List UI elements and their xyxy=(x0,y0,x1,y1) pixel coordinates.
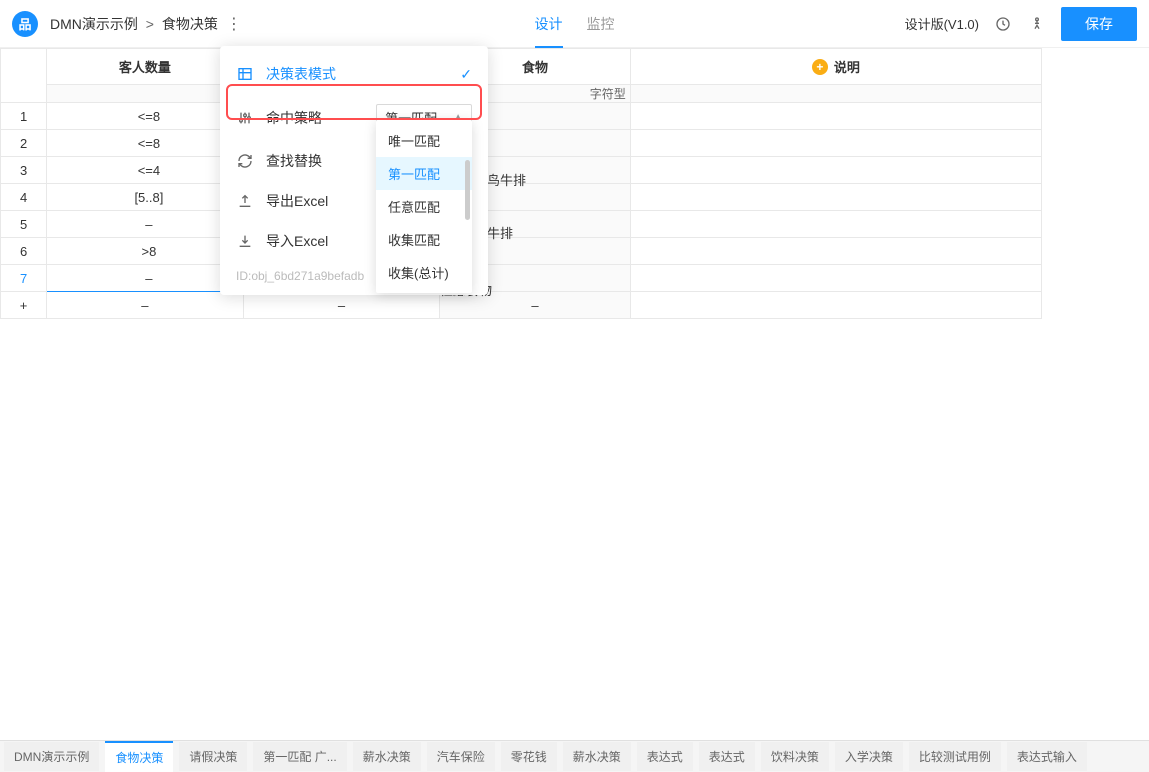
bottom-tab[interactable]: 零花钱 xyxy=(501,742,557,771)
cell-guest[interactable]: – xyxy=(47,265,244,292)
cell[interactable] xyxy=(630,130,1041,157)
breadcrumb-current: 食物决策 xyxy=(162,16,218,32)
row-num[interactable]: 5 xyxy=(1,211,47,238)
cell[interactable] xyxy=(630,211,1041,238)
bottom-tab-bar: DMN演示示例 食物决策 请假决策 第一匹配 广... 薪水决策 汽车保险 零花… xyxy=(0,740,1149,772)
cell-guest[interactable]: – xyxy=(47,211,244,238)
download-icon xyxy=(236,233,254,249)
row-num[interactable]: 3 xyxy=(1,157,47,184)
bottom-tab[interactable]: 表达式输入 xyxy=(1007,742,1087,771)
cell[interactable]: – xyxy=(440,292,631,319)
app-logo: 品 xyxy=(12,11,38,37)
cell[interactable] xyxy=(630,184,1041,211)
refresh-icon xyxy=(236,153,254,169)
col-header-desc-label: 说明 xyxy=(834,57,860,76)
hit-option[interactable]: 收集(总计) xyxy=(376,256,472,289)
bottom-tab[interactable]: 比较测试用例 xyxy=(909,742,1001,771)
sliders-icon xyxy=(236,110,254,126)
bottom-tab[interactable]: 表达式 xyxy=(699,742,755,771)
breadcrumb-root[interactable]: DMN演示示例 xyxy=(50,16,138,32)
cell-guest[interactable]: <=4 xyxy=(47,157,244,184)
col-header-desc[interactable]: + 说明 xyxy=(630,49,1041,85)
row-num[interactable]: 2 xyxy=(1,130,47,157)
history-icon[interactable] xyxy=(993,14,1013,34)
menu-label: 导入Excel xyxy=(266,231,328,251)
hit-option[interactable]: 第一匹配 xyxy=(376,157,472,190)
col-type-guest: 整 xyxy=(47,85,244,103)
scrollbar[interactable] xyxy=(465,160,470,220)
col-header-food-label: 食物 xyxy=(522,57,548,76)
cell-guest[interactable]: >8 xyxy=(47,238,244,265)
row-num[interactable]: 6 xyxy=(1,238,47,265)
breadcrumb: DMN演示示例 > 食物决策 xyxy=(50,14,218,34)
cell[interactable] xyxy=(630,238,1041,265)
menu-label: 命中策略 xyxy=(266,108,322,128)
tab-monitor[interactable]: 监控 xyxy=(587,0,615,48)
cell-guest[interactable]: <=8 xyxy=(47,130,244,157)
row-num[interactable]: 1 xyxy=(1,103,47,130)
bottom-tab[interactable]: DMN演示示例 xyxy=(4,742,99,771)
cell-guest[interactable]: [5..8] xyxy=(47,184,244,211)
cell[interactable] xyxy=(630,157,1041,184)
bottom-tab[interactable]: 汽车保险 xyxy=(427,742,495,771)
hit-option[interactable]: 收集匹配 xyxy=(376,223,472,256)
menu-label: 导出Excel xyxy=(266,191,328,211)
menu-label: 决策表模式 xyxy=(266,64,336,84)
upload-icon xyxy=(236,193,254,209)
col-header-guest[interactable]: 客人数量 xyxy=(47,49,244,85)
row-num[interactable]: 7 xyxy=(1,265,47,292)
cell-guest[interactable]: <=8 xyxy=(47,103,244,130)
cell[interactable] xyxy=(630,103,1041,130)
bottom-tab[interactable]: 表达式 xyxy=(637,742,693,771)
row-num[interactable]: 4 xyxy=(1,184,47,211)
version-label[interactable]: 设计版(V1.0) xyxy=(905,14,979,33)
col-type-desc xyxy=(630,85,1041,103)
cell[interactable]: – xyxy=(243,292,440,319)
cell[interactable]: – xyxy=(47,292,244,319)
save-button[interactable]: 保存 xyxy=(1061,7,1137,41)
add-row-button[interactable]: + xyxy=(1,292,47,319)
bottom-tab[interactable]: 入学决策 xyxy=(835,742,903,771)
bottom-tab[interactable]: 食物决策 xyxy=(105,741,173,772)
bottom-tab[interactable]: 饮料决策 xyxy=(761,742,829,771)
run-icon[interactable] xyxy=(1027,14,1047,34)
corner-cell xyxy=(1,49,47,103)
hit-option[interactable]: 任意匹配 xyxy=(376,190,472,223)
menu-item-table-mode[interactable]: 决策表模式 ✓ xyxy=(220,54,488,94)
bottom-tab[interactable]: 薪水决策 xyxy=(563,742,631,771)
hit-policy-dropdown: 唯一匹配 第一匹配 任意匹配 收集匹配 收集(总计) xyxy=(376,120,472,293)
hit-option[interactable]: 唯一匹配 xyxy=(376,124,472,157)
menu-label: 查找替换 xyxy=(266,151,322,171)
bottom-tab[interactable]: 薪水决策 xyxy=(353,742,421,771)
check-icon: ✓ xyxy=(460,66,472,83)
add-column-icon[interactable]: + xyxy=(812,59,828,75)
more-icon[interactable]: ⋮ xyxy=(226,14,242,34)
cell[interactable] xyxy=(630,292,1041,319)
bottom-tab[interactable]: 请假决策 xyxy=(179,742,247,771)
bottom-tab[interactable]: 第一匹配 广... xyxy=(253,742,346,771)
table-icon xyxy=(236,66,254,82)
tab-design[interactable]: 设计 xyxy=(535,0,563,48)
breadcrumb-sep: > xyxy=(146,16,154,32)
cell[interactable] xyxy=(630,265,1041,292)
